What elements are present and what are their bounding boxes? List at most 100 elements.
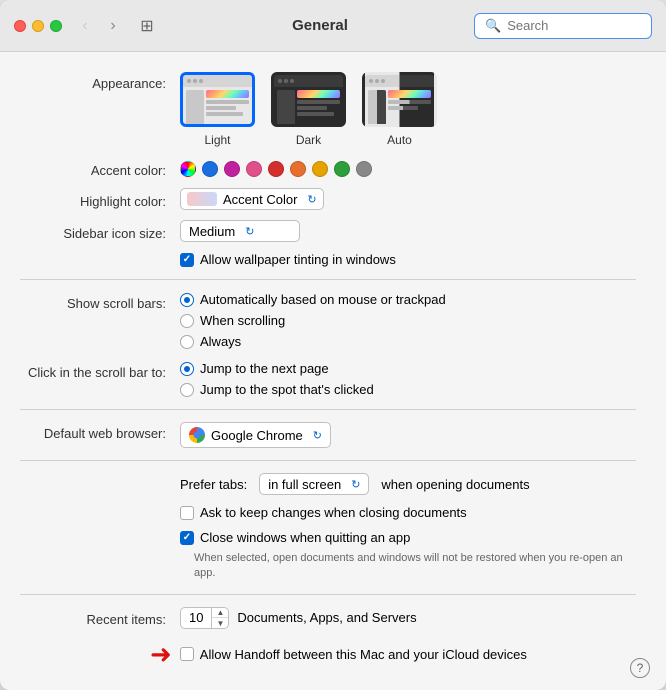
scroll-bars-always[interactable]: Always (180, 334, 446, 349)
close-windows-row: Close windows when quitting an app (20, 530, 636, 545)
highlight-dropdown-arrow: ↻ (307, 193, 316, 206)
color-green[interactable] (334, 161, 350, 177)
appearance-label: Appearance: (20, 72, 180, 91)
scroll-bars-row: Show scroll bars: Automatically based on… (20, 292, 636, 349)
color-pink[interactable] (246, 161, 262, 177)
scroll-click-next-radio[interactable] (180, 362, 194, 376)
stepper-arrows: ▲ ▼ (212, 608, 228, 628)
sidebar-icon-value: Medium (189, 224, 235, 239)
default-browser-value: Google Chrome (211, 428, 303, 443)
nav-arrows: ‹ › (74, 15, 124, 37)
divider-2 (20, 409, 636, 410)
help-button[interactable]: ? (630, 658, 650, 678)
color-red[interactable] (268, 161, 284, 177)
handoff-label[interactable]: Allow Handoff between this Mac and your … (180, 647, 527, 662)
prefer-tabs-row: Prefer tabs: in full screen ↻ when openi… (20, 473, 636, 495)
appearance-auto-label: Auto (387, 133, 412, 147)
prefer-tabs-suffix: when opening documents (381, 477, 529, 492)
sidebar-icon-row: Sidebar icon size: Medium ↻ (20, 220, 636, 242)
keep-changes-checkbox[interactable] (180, 506, 194, 520)
scroll-bars-scrolling[interactable]: When scrolling (180, 313, 446, 328)
accent-color-row: Accent color: (20, 159, 636, 178)
scroll-bars-auto[interactable]: Automatically based on mouse or trackpad (180, 292, 446, 307)
grid-icon[interactable]: ⊞ (136, 15, 158, 37)
traffic-lights (14, 20, 62, 32)
scroll-click-spot-radio[interactable] (180, 383, 194, 397)
search-icon: 🔍 (485, 18, 501, 34)
search-box[interactable]: 🔍 (474, 13, 652, 39)
forward-button[interactable]: › (102, 15, 124, 37)
appearance-dark[interactable]: Dark (271, 72, 346, 147)
color-purple[interactable] (224, 161, 240, 177)
handoff-checkbox[interactable] (180, 647, 194, 661)
default-browser-label: Default web browser: (20, 422, 180, 441)
appearance-thumbnail-light[interactable] (180, 72, 255, 127)
default-browser-select[interactable]: Google Chrome ↻ (180, 422, 331, 448)
highlight-preview (187, 192, 217, 206)
appearance-light-label: Light (204, 133, 230, 147)
default-browser-row: Default web browser: Google Chrome ↻ (20, 422, 636, 448)
sidebar-icon-select[interactable]: Medium ↻ (180, 220, 300, 242)
scroll-bars-always-label: Always (200, 334, 241, 349)
divider-1 (20, 279, 636, 280)
divider-4 (20, 594, 636, 595)
scroll-bars-label: Show scroll bars: (20, 292, 180, 311)
scroll-bars-auto-label: Automatically based on mouse or trackpad (200, 292, 446, 307)
titlebar: ‹ › ⊞ General 🔍 (0, 0, 666, 52)
appearance-light[interactable]: Light (180, 72, 255, 147)
recent-items-row: Recent items: 10 ▲ ▼ Documents, Apps, an… (20, 607, 636, 629)
highlight-value: Accent Color (223, 192, 297, 207)
color-yellow[interactable] (312, 161, 328, 177)
red-arrow-icon: ➜ (150, 639, 172, 670)
scroll-click-spot[interactable]: Jump to the spot that's clicked (180, 382, 374, 397)
appearance-row: Appearance: (20, 72, 636, 147)
highlight-color-label: Highlight color: (20, 190, 180, 209)
prefer-tabs-value: in full screen (268, 477, 341, 492)
wallpaper-tinting-checkbox[interactable] (180, 253, 194, 267)
sidebar-icon-label: Sidebar icon size: (20, 222, 180, 241)
appearance-thumbnail-dark[interactable] (271, 72, 346, 127)
minimize-button[interactable] (32, 20, 44, 32)
close-windows-text: Close windows when quitting an app (200, 530, 410, 545)
scroll-click-label: Click in the scroll bar to: (20, 361, 180, 380)
scroll-click-next[interactable]: Jump to the next page (180, 361, 374, 376)
highlight-color-select[interactable]: Accent Color ↻ (180, 188, 324, 210)
accent-colors (180, 161, 372, 177)
scroll-bars-always-radio[interactable] (180, 335, 194, 349)
scroll-bars-scrolling-radio[interactable] (180, 314, 194, 328)
content-area: Appearance: (0, 52, 666, 690)
scroll-click-next-label: Jump to the next page (200, 361, 329, 376)
handoff-text: Allow Handoff between this Mac and your … (200, 647, 527, 662)
keep-changes-label[interactable]: Ask to keep changes when closing documen… (180, 505, 467, 520)
close-windows-checkbox[interactable] (180, 531, 194, 545)
close-windows-label[interactable]: Close windows when quitting an app (180, 530, 410, 545)
recent-items-value: 10 (181, 608, 212, 628)
scroll-bars-options: Automatically based on mouse or trackpad… (180, 292, 446, 349)
back-button[interactable]: ‹ (74, 15, 96, 37)
wallpaper-tinting-text: Allow wallpaper tinting in windows (200, 252, 396, 267)
wallpaper-tinting-label[interactable]: Allow wallpaper tinting in windows (180, 252, 396, 267)
color-gray[interactable] (356, 161, 372, 177)
prefer-tabs-select[interactable]: in full screen ↻ (259, 473, 369, 495)
color-multicolor[interactable] (180, 161, 196, 177)
close-windows-note: When selected, open documents and window… (20, 551, 636, 582)
wallpaper-tinting-row: Allow wallpaper tinting in windows (20, 252, 636, 267)
stepper-up[interactable]: ▲ (212, 608, 228, 619)
recent-items-label: Recent items: (20, 608, 180, 627)
chrome-inner (194, 432, 201, 439)
stepper-down[interactable]: ▼ (212, 618, 228, 628)
color-blue[interactable] (202, 161, 218, 177)
recent-items-suffix: Documents, Apps, and Servers (237, 610, 416, 625)
appearance-thumbnail-auto[interactable] (362, 72, 437, 127)
appearance-options: Light (180, 72, 437, 147)
scroll-bars-auto-radio[interactable] (180, 293, 194, 307)
close-button[interactable] (14, 20, 26, 32)
recent-items-stepper[interactable]: 10 ▲ ▼ (180, 607, 229, 629)
scroll-click-spot-label: Jump to the spot that's clicked (200, 382, 374, 397)
prefer-tabs-arrow: ↻ (351, 478, 360, 491)
keep-changes-row: Ask to keep changes when closing documen… (20, 505, 636, 520)
search-input[interactable] (507, 18, 641, 33)
appearance-auto[interactable]: Auto (362, 72, 437, 147)
color-orange[interactable] (290, 161, 306, 177)
maximize-button[interactable] (50, 20, 62, 32)
